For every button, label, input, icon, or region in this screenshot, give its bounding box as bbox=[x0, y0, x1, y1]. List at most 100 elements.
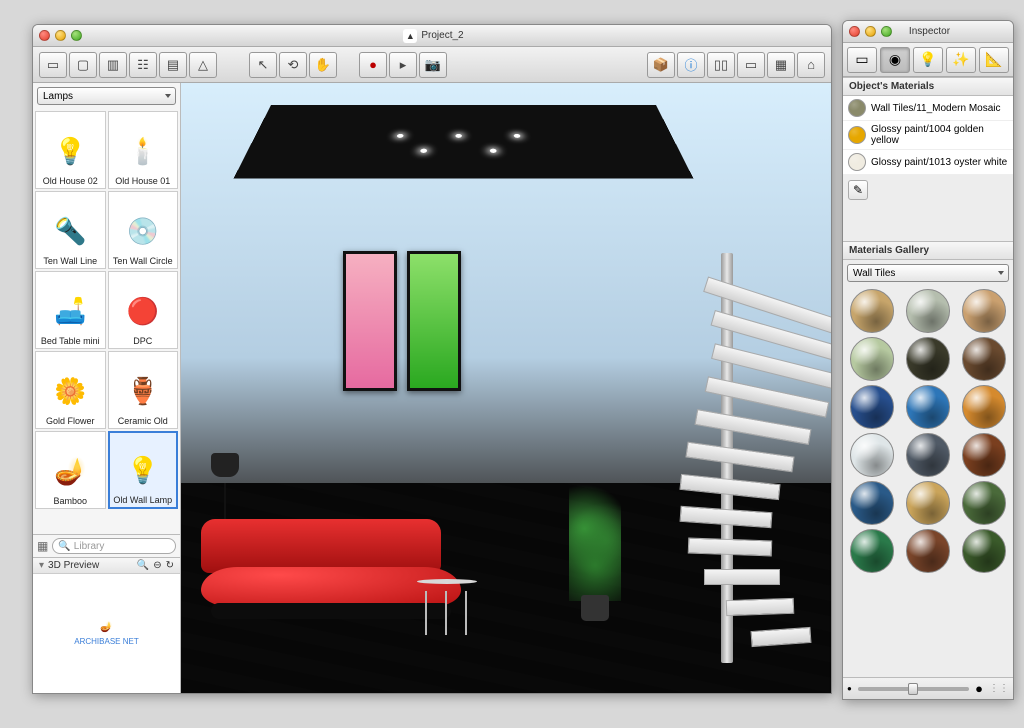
columns-toggle-icon[interactable]: ▦ bbox=[37, 539, 48, 553]
material-swatch[interactable] bbox=[846, 289, 898, 333]
library-item[interactable]: 🔴DPC bbox=[108, 271, 179, 349]
inspector-traffic-lights bbox=[849, 26, 892, 37]
pointer-tool-button[interactable]: ↖ bbox=[249, 52, 277, 78]
library-item[interactable]: 🏺Ceramic Old bbox=[108, 351, 179, 429]
inspector-tab-materials[interactable]: ◉ bbox=[880, 47, 910, 73]
single-view-button[interactable]: ▭ bbox=[737, 52, 765, 78]
material-row[interactable]: Glossy paint/1004 golden yellow bbox=[843, 121, 1013, 150]
inspector-zoom-button[interactable] bbox=[881, 26, 892, 37]
close-button[interactable] bbox=[39, 30, 50, 41]
inspector-tab-light[interactable]: 💡 bbox=[913, 47, 943, 73]
library-item-label: Ten Wall Line bbox=[38, 256, 103, 266]
material-swatch-icon bbox=[848, 99, 866, 117]
zoom-button[interactable] bbox=[71, 30, 82, 41]
window-tool-button[interactable]: ▥ bbox=[99, 52, 127, 78]
material-swatch[interactable] bbox=[902, 289, 954, 333]
material-swatch[interactable] bbox=[902, 337, 954, 381]
gallery-category-value: Wall Tiles bbox=[853, 268, 895, 279]
door-tool-button[interactable]: ▢ bbox=[69, 52, 97, 78]
material-swatch[interactable] bbox=[846, 337, 898, 381]
zoom-out-icon[interactable]: ⊖ bbox=[153, 560, 161, 571]
furniture-tool-button[interactable]: ☷ bbox=[129, 52, 157, 78]
library-footer: ▦ 🔍 Library bbox=[33, 534, 180, 557]
eyedropper-button[interactable]: ✎ bbox=[848, 180, 868, 200]
material-swatch[interactable] bbox=[958, 433, 1010, 477]
material-row[interactable]: Wall Tiles/11_Modern Mosaic bbox=[843, 96, 1013, 121]
gallery-category-dropdown[interactable]: Wall Tiles bbox=[847, 264, 1009, 282]
hand-tool-button[interactable]: ✋ bbox=[309, 52, 337, 78]
material-ball-icon bbox=[850, 481, 894, 525]
inspector-close-button[interactable] bbox=[849, 26, 860, 37]
inspector-tab-properties[interactable]: ▭ bbox=[847, 47, 877, 73]
info-button[interactable]: ⓘ bbox=[677, 52, 705, 78]
window-title-text: Project_2 bbox=[421, 30, 463, 41]
swatch-large-icon: ● bbox=[975, 681, 983, 696]
inspector-minimize-button[interactable] bbox=[865, 26, 876, 37]
material-swatch[interactable] bbox=[846, 529, 898, 573]
material-swatch[interactable] bbox=[846, 481, 898, 525]
material-swatch[interactable] bbox=[958, 481, 1010, 525]
library-item-label: Bamboo bbox=[38, 496, 103, 506]
material-name: Wall Tiles/11_Modern Mosaic bbox=[871, 103, 1001, 114]
library-item[interactable]: 🪔Bamboo bbox=[35, 431, 106, 509]
inspector-tab-effects[interactable]: ✨ bbox=[946, 47, 976, 73]
camera-button[interactable]: 📷 bbox=[419, 52, 447, 78]
main-titlebar[interactable]: ▲ Project_2 bbox=[33, 25, 831, 47]
split-view-button[interactable]: ▯▯ bbox=[707, 52, 735, 78]
inspector-title-text: Inspector bbox=[909, 26, 950, 37]
minimize-button[interactable] bbox=[55, 30, 66, 41]
material-swatch[interactable] bbox=[958, 529, 1010, 573]
wall-tool-button[interactable]: ▤ bbox=[159, 52, 187, 78]
material-swatch[interactable] bbox=[958, 289, 1010, 333]
library-search[interactable]: 🔍 Library bbox=[52, 538, 176, 554]
material-name: Glossy paint/1004 golden yellow bbox=[871, 124, 1008, 146]
material-swatch[interactable] bbox=[846, 433, 898, 477]
library-item[interactable]: 🛋️Bed Table mini bbox=[35, 271, 106, 349]
zoom-in-icon[interactable]: 🔍 bbox=[137, 560, 149, 571]
material-swatch[interactable] bbox=[958, 337, 1010, 381]
play-button[interactable]: ▸ bbox=[389, 52, 417, 78]
slider-thumb[interactable] bbox=[908, 683, 918, 695]
viewport-3d[interactable] bbox=[181, 83, 831, 693]
library-item-label: DPC bbox=[111, 336, 176, 346]
record-button[interactable]: ● bbox=[359, 52, 387, 78]
material-ball-icon bbox=[850, 529, 894, 573]
material-swatch[interactable] bbox=[902, 481, 954, 525]
material-row[interactable]: Glossy paint/1013 oyster white bbox=[843, 150, 1013, 175]
material-ball-icon bbox=[850, 385, 894, 429]
material-swatch[interactable] bbox=[902, 529, 954, 573]
material-swatch[interactable] bbox=[958, 385, 1010, 429]
material-swatch[interactable] bbox=[846, 385, 898, 429]
library-thumb-icon: 💡 bbox=[120, 447, 166, 493]
disclosure-icon: ▾ bbox=[39, 560, 44, 571]
inspector-titlebar[interactable]: Inspector bbox=[843, 21, 1013, 43]
grid-view-button[interactable]: ▦ bbox=[767, 52, 795, 78]
home-view-button[interactable]: ⌂ bbox=[797, 52, 825, 78]
library-item-label: Old Wall Lamp bbox=[112, 495, 175, 505]
material-ball-icon bbox=[906, 337, 950, 381]
swatch-size-slider[interactable] bbox=[858, 687, 969, 691]
library-item[interactable]: 🌼Gold Flower bbox=[35, 351, 106, 429]
resize-grip-icon[interactable]: ⋮⋮ bbox=[989, 683, 1009, 694]
category-dropdown[interactable]: Lamps bbox=[37, 87, 176, 105]
material-ball-icon bbox=[906, 433, 950, 477]
roof-tool-button[interactable]: △ bbox=[189, 52, 217, 78]
library-item[interactable]: 🕯️Old House 01 bbox=[108, 111, 179, 189]
preview-header[interactable]: ▾ 3D Preview 🔍 ⊖ ↻ bbox=[33, 557, 180, 573]
inspector-tab-dimensions[interactable]: 📐 bbox=[979, 47, 1009, 73]
room-tool-button[interactable]: ▭ bbox=[39, 52, 67, 78]
library-item[interactable]: 💡 Old Wall Lamp bbox=[108, 431, 179, 509]
material-swatch[interactable] bbox=[902, 385, 954, 429]
box-3d-button[interactable]: 📦 bbox=[647, 52, 675, 78]
material-ball-icon bbox=[906, 481, 950, 525]
material-swatch[interactable] bbox=[902, 433, 954, 477]
library-item[interactable]: 💿Ten Wall Circle bbox=[108, 191, 179, 269]
library-item[interactable]: 💡Old House 02 bbox=[35, 111, 106, 189]
reset-zoom-icon[interactable]: ↻ bbox=[166, 560, 174, 571]
materials-gallery-section: Materials Gallery Wall Tiles ● ● ⋮⋮ bbox=[843, 241, 1013, 699]
library-item[interactable]: 🔦Ten Wall Line bbox=[35, 191, 106, 269]
preview-3d[interactable]: 🪔 ARCHIBASE NET bbox=[33, 573, 180, 693]
rotate-tool-button[interactable]: ⟲ bbox=[279, 52, 307, 78]
preview-label: 3D Preview bbox=[48, 560, 99, 571]
swatch-small-icon: ● bbox=[847, 684, 852, 693]
